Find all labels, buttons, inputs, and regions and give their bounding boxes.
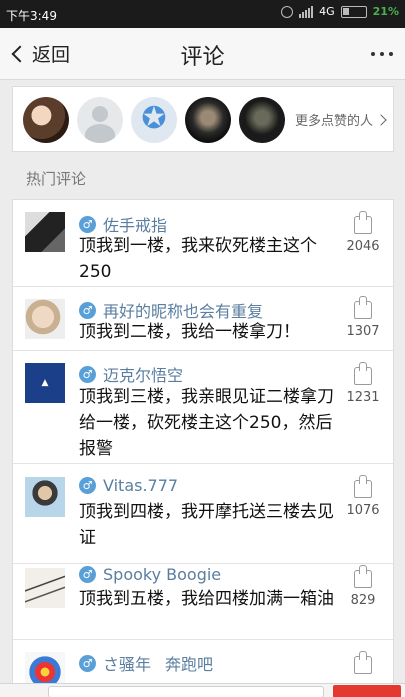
avatar[interactable] [25,568,65,608]
thumbs-up-icon [354,651,372,674]
username[interactable]: Vitas.777 [103,476,178,495]
status-time: 下午3:49 [6,9,57,23]
chevron-right-icon [375,113,387,126]
more-menu-button[interactable] [371,52,393,56]
comment-item: ♂ Vitas.777 顶我到四楼，我开摩托送三楼去见证 1076 [13,464,393,564]
comment-meta: ♂ さ骚年 奔跑吧 [79,651,213,675]
like-button[interactable] [343,651,383,674]
comment-item: ♂ 佐手戒指 顶我到一楼，我来砍死楼主这个250 2046 [13,200,393,287]
comment-list: ♂ 佐手戒指 顶我到一楼，我来砍死楼主这个250 2046 ♂ 再好的昵称也会有… [12,199,394,697]
liker-avatar[interactable] [23,97,69,143]
like-button[interactable]: 1307 [343,296,383,339]
like-button[interactable]: 2046 [343,211,383,254]
male-icon: ♂ [79,301,96,319]
page-title: 评论 [180,45,225,70]
liker-avatar[interactable]: ✪ [131,97,177,143]
comment-text: 顶我到二楼，我给一楼拿刀！ [79,322,300,342]
comment-text: 顶我到五楼，我给四楼加满一箱油 [79,589,334,609]
thumbs-up-icon [354,362,372,385]
liker-avatar[interactable] [185,97,231,143]
avatar[interactable] [25,299,65,339]
like-count: 1076 [346,503,380,518]
like-count: 1231 [346,390,380,405]
comment-input[interactable] [48,686,324,697]
comment-text: 顶我到一楼，我来砍死楼主这个250 [79,236,317,282]
battery-percent: 21% [372,5,399,18]
username[interactable]: 迈克尔悟空 [103,362,183,386]
comment-text: 顶我到三楼，我亲眼见证二楼拿刀给一楼，砍死楼主这个250，然后报警 [79,387,334,459]
dot-icon [371,52,375,56]
comment-item: ♂ Spooky Boogie 顶我到五楼，我给四楼加满一箱油 829 [13,564,393,640]
more-likers-link[interactable]: 更多点赞的人 [294,110,387,129]
liker-avatar[interactable] [239,97,285,143]
dot-icon [389,52,393,56]
alarm-icon [281,5,294,18]
male-icon: ♂ [79,566,96,583]
section-title-hot-comments: 热门评论 [26,170,87,188]
comment-meta: ♂ 迈克尔悟空 [79,362,183,386]
username-name: さ骚年 [103,655,152,674]
thumbs-up-icon [354,211,372,234]
male-icon: ♂ [79,215,96,233]
username[interactable]: さ骚年 奔跑吧 [103,651,213,675]
thumbs-up-icon [354,565,372,588]
male-icon: ♂ [79,365,96,383]
signal-icon [299,5,314,18]
like-count: 1307 [346,324,380,339]
battery-icon [340,5,367,18]
like-button[interactable]: 1076 [343,475,383,518]
liker-avatars: ✪ [23,97,285,143]
comment-item: ▲ ♂ 迈克尔悟空 顶我到三楼，我亲眼见证二楼拿刀给一楼，砍死楼主这个250，然… [13,351,393,464]
logo-icon: ✪ [141,101,167,136]
dot-icon [380,52,384,56]
comment-meta: ♂ Vitas.777 [79,476,178,495]
comment-item: ♂ 再好的昵称也会有重复 顶我到二楼，我给一楼拿刀！ 1307 [13,287,393,351]
male-icon: ♂ [79,654,96,672]
nav-bar: 返回 评论 [0,28,405,80]
comment-text: 顶我到四楼，我开摩托送三楼去见证 [79,502,334,548]
like-count: 829 [350,593,376,608]
like-button[interactable]: 1231 [343,362,383,405]
like-button[interactable]: 829 [343,565,383,608]
username[interactable]: Spooky Boogie [103,565,221,584]
like-count: 2046 [346,239,380,254]
more-likers-label: 更多点赞的人 [294,114,373,129]
thumbs-up-icon [354,296,372,319]
status-bar: 下午3:49 4G 21% [0,0,405,28]
send-button[interactable] [333,685,401,697]
bottom-comment-bar [0,683,405,697]
adidas-logo-icon: ▲ [41,378,49,388]
avatar[interactable] [25,477,65,517]
status-icons: 4G 21% [281,5,399,18]
likers-card: ✪ 更多点赞的人 [12,86,394,152]
network-type: 4G [319,5,335,18]
thumbs-up-icon [354,475,372,498]
male-icon: ♂ [79,477,96,494]
comment-meta: ♂ Spooky Boogie [79,565,221,584]
avatar[interactable] [25,212,65,252]
avatar[interactable]: ▲ [25,363,65,403]
username-suffix: 奔跑吧 [165,655,214,674]
liker-avatar-default[interactable] [77,97,123,143]
